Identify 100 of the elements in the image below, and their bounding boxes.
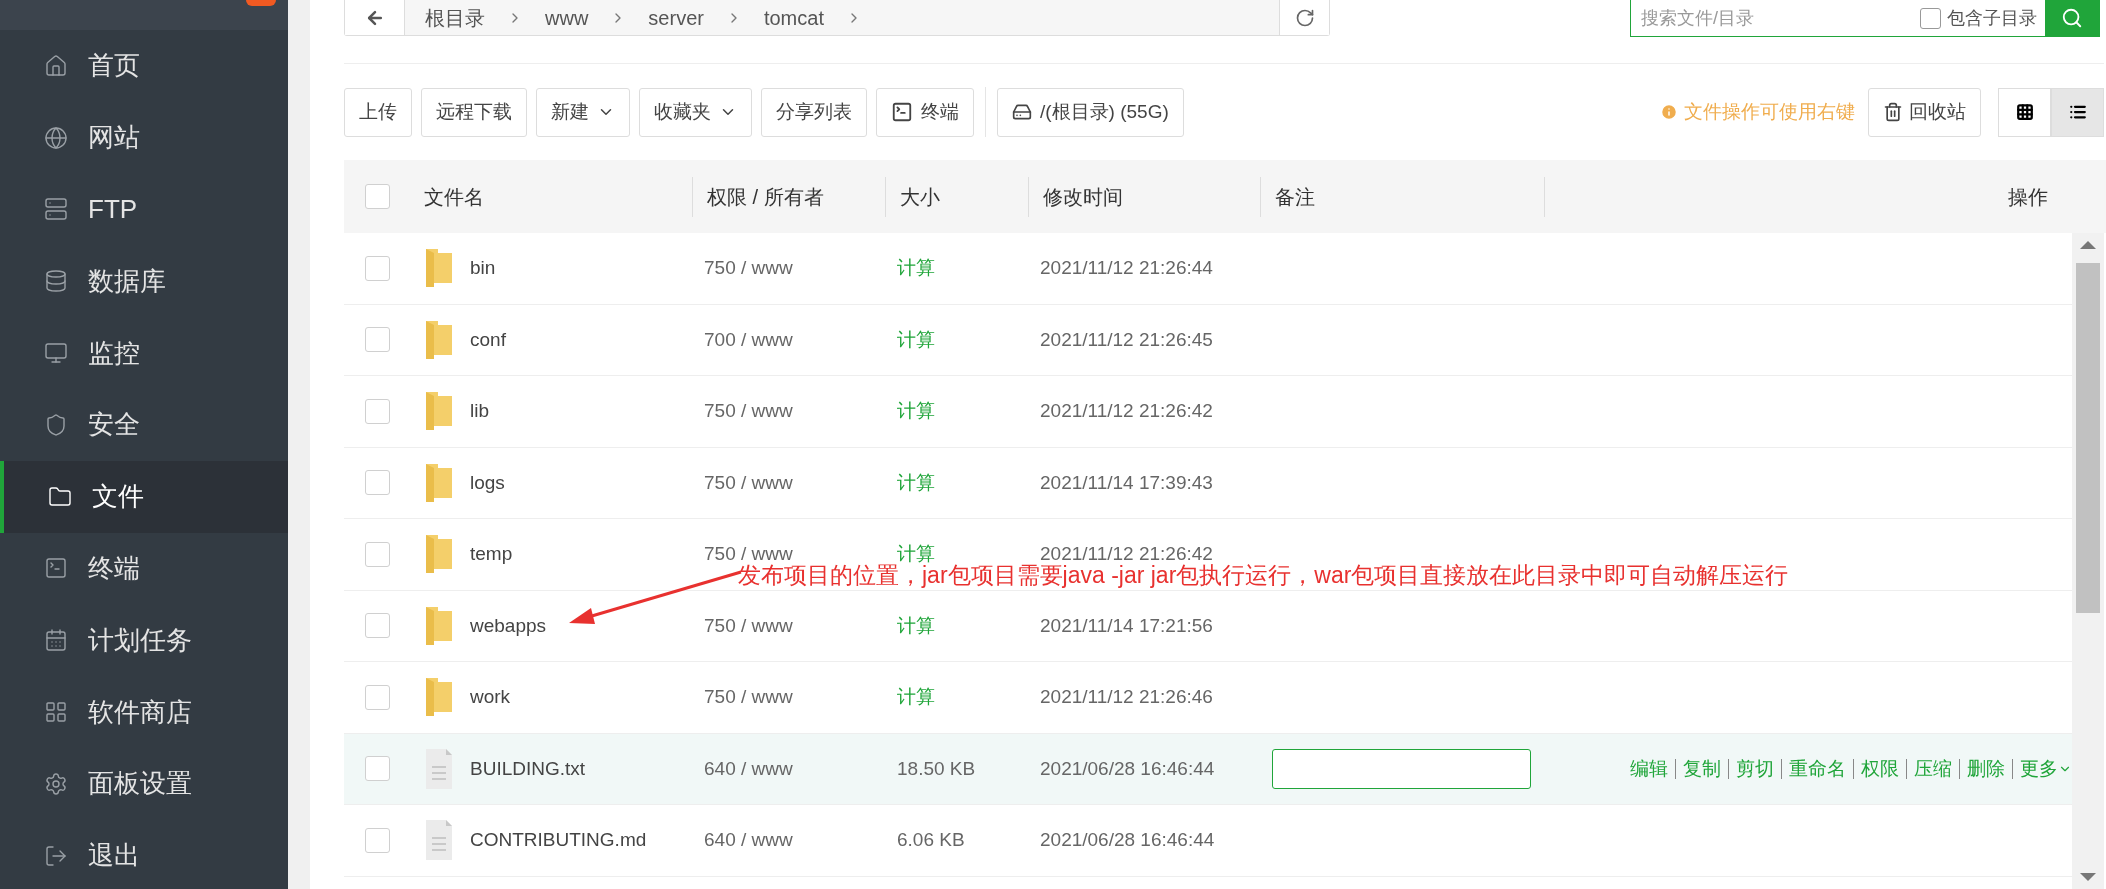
select-all-checkbox[interactable]	[364, 184, 390, 209]
column-header[interactable]: 操作	[2008, 181, 2048, 212]
trash-icon	[1883, 102, 1903, 122]
folder-icon	[424, 318, 454, 361]
row-checkbox[interactable]	[364, 684, 390, 710]
annotation-text: 发布项目的位置，jar包项目需要java -jar jar包执行运行，war包项目直接放在此目录中即可自动解压运行	[738, 564, 1789, 587]
row-checkbox[interactable]	[364, 327, 390, 353]
column-header[interactable]: 修改时间	[1043, 181, 1123, 212]
calendar-icon	[44, 628, 68, 653]
search-field[interactable]: 搜索文件/目录 包含子目录	[1630, 0, 2100, 37]
toolbar-button[interactable]: 收藏夹	[639, 87, 752, 137]
breadcrumb-link[interactable]: server	[648, 2, 704, 33]
note-field[interactable]	[1272, 748, 1531, 789]
sidebar-item[interactable]: 网站	[0, 101, 288, 174]
permissions-text: 750 / www	[704, 471, 793, 493]
toolbar-button[interactable]: 终端	[876, 87, 974, 137]
row-checkbox[interactable]	[364, 827, 390, 853]
folder-icon	[48, 484, 72, 509]
shield-icon	[44, 412, 68, 437]
globe-icon	[44, 125, 68, 150]
terminal-icon	[44, 556, 68, 581]
permissions-text: 750 / www	[704, 257, 793, 278]
scroll-up-arrow-icon[interactable]	[2080, 241, 2096, 249]
sidebar-item[interactable]: 计划任务	[0, 604, 288, 677]
scroll-down-arrow-icon[interactable]	[2080, 873, 2096, 881]
modified-time: 2021/11/12 21:26:42	[1040, 400, 1213, 421]
permissions-text: 750 / www	[704, 686, 793, 707]
file-name[interactable]: logs	[470, 468, 505, 497]
server-icon	[44, 197, 68, 222]
sidebar-item[interactable]: FTP	[0, 173, 288, 246]
modified-time: 2021/06/28 16:46:44	[1040, 757, 1215, 779]
toolbar-button[interactable]: 分享列表	[761, 87, 867, 137]
scrollbar[interactable]	[2072, 233, 2104, 889]
sidebar-item[interactable]: 退出	[0, 819, 288, 889]
toolbar-button[interactable]: 远程下载	[421, 87, 527, 137]
file-name[interactable]: webapps	[470, 611, 547, 640]
file-name[interactable]: BUILDING.txt	[470, 754, 586, 783]
toolbar-button[interactable]: /(根目录) (55G)	[997, 87, 1184, 137]
monitor-icon	[44, 341, 68, 366]
row-checkbox[interactable]	[364, 756, 390, 782]
folder-icon	[424, 676, 454, 719]
permissions-text: 640 / www	[704, 757, 793, 779]
column-header[interactable]: 大小	[900, 181, 940, 212]
sidebar-item[interactable]: 首页	[0, 30, 288, 102]
view-toggle-button[interactable]	[2051, 87, 2104, 137]
sidebar-item[interactable]: 数据库	[0, 245, 288, 318]
column-header[interactable]: 权限 / 所有者	[707, 181, 824, 212]
file-name[interactable]: bin	[470, 254, 496, 283]
logout-icon	[44, 843, 68, 868]
breadcrumb-link[interactable]: tomcat	[763, 2, 824, 33]
row-checkbox[interactable]	[364, 613, 390, 639]
row-checkbox[interactable]	[364, 541, 390, 567]
file-name[interactable]: temp	[470, 540, 513, 569]
recycle-bin-button[interactable]: 回收站	[1868, 87, 1981, 137]
row-checkbox[interactable]	[364, 398, 390, 424]
row-checkbox[interactable]	[364, 255, 390, 281]
folder-icon	[424, 390, 454, 433]
document-icon	[424, 748, 454, 789]
include-subdirs-checkbox[interactable]	[1920, 7, 1941, 29]
column-header[interactable]: 备注	[1275, 181, 1315, 212]
table-row[interactable]: BUILDING.txt 640 / www 18.50 KB 2021/06/28 16:46:44 编辑 复制 剪切 重命名 权限 压缩 删除 更多	[344, 733, 2072, 805]
file-name[interactable]: lib	[470, 397, 489, 426]
sidebar-item[interactable]: 安全	[0, 389, 288, 461]
hint-text: 文件操作可使用右键	[1660, 97, 1855, 127]
modified-time: 2021/11/12 21:26:44	[1040, 257, 1213, 278]
file-name[interactable]: work	[470, 683, 511, 712]
sidebar-item[interactable]: 文件	[0, 460, 288, 533]
modified-time: 2021/11/14 17:21:56	[1040, 614, 1213, 636]
permissions-text: 750 / www	[704, 543, 793, 564]
grid-icon	[44, 700, 68, 725]
modified-time: 2021/11/12 21:26:42	[1040, 543, 1213, 564]
modified-time: 2021/11/12 21:26:46	[1040, 686, 1213, 707]
sidebar-item[interactable]: 监控	[0, 317, 288, 389]
database-icon	[44, 269, 68, 294]
column-header[interactable]: 文件名	[424, 181, 484, 212]
breadcrumb-link[interactable]: www	[545, 2, 589, 33]
scrollbar-thumb[interactable]	[2076, 263, 2100, 613]
size-text: 6.06 KB	[897, 829, 965, 850]
file-name[interactable]: CONTRIBUTING.md	[470, 826, 647, 855]
view-toggle-button[interactable]	[1998, 87, 2051, 137]
breadcrumb-link[interactable]: 根目录	[425, 2, 485, 33]
permissions-text: 750 / www	[704, 400, 793, 421]
info-icon	[1660, 103, 1678, 121]
toolbar-button[interactable]: 上传	[344, 87, 412, 137]
terminal-icon	[891, 101, 913, 123]
toolbar-button[interactable]: 新建	[536, 87, 630, 137]
sidebar-item[interactable]: 面板设置	[0, 747, 288, 820]
modified-time: 2021/11/14 17:39:43	[1040, 471, 1213, 493]
row-checkbox[interactable]	[364, 470, 390, 496]
sidebar-item[interactable]: 软件商店	[0, 676, 288, 748]
refresh-button[interactable]	[1279, 0, 1329, 35]
sidebar-item[interactable]: 终端	[0, 532, 288, 605]
permissions-text: 700 / www	[704, 328, 793, 350]
folder-icon	[424, 533, 454, 576]
back-button[interactable]	[345, 0, 405, 35]
file-name[interactable]: conf	[470, 325, 506, 354]
include-subdirs-label[interactable]: 包含子目录	[1947, 4, 2037, 32]
list-icon	[2068, 103, 2087, 121]
size-text: 18.50 KB	[897, 757, 976, 779]
search-button[interactable]	[2045, 0, 2099, 36]
